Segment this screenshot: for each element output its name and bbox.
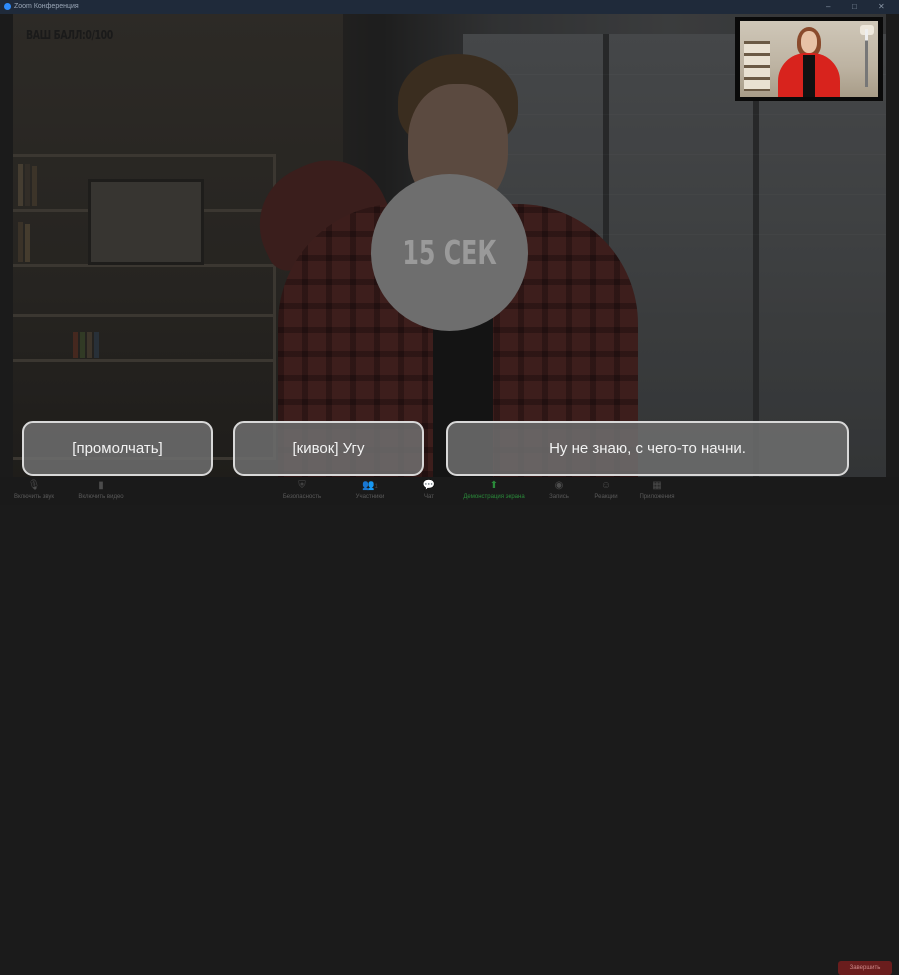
option-label: [кивок] Угу [292, 440, 365, 457]
self-view-thumbnail[interactable] [735, 17, 883, 101]
meeting-toolbar: 🎙 Включить звук ▮ Включить видео ⛨ Безоп… [0, 477, 899, 975]
start-video-button[interactable]: ▮ Включить видео [70, 480, 132, 500]
participants-icon: 👥1 [362, 480, 378, 491]
record-icon: ◉ [554, 480, 564, 491]
thumbnail-video [740, 21, 878, 97]
share-screen-button[interactable]: ⬆ Демонстрация экрана [456, 480, 532, 500]
shield-icon: ⛨ [298, 480, 306, 491]
option-label: [промолчать] [72, 440, 163, 457]
score-label: ВАШ БАЛЛ:0/100 [26, 28, 113, 42]
participants-button[interactable]: 👥1 Участники [345, 480, 395, 500]
countdown-timer: 15 СЕК [371, 174, 528, 331]
microphone-muted-icon: 🎙 [27, 480, 41, 491]
close-icon[interactable]: ✕ [878, 2, 885, 11]
timer-text: 15 СЕК [402, 233, 497, 272]
window-titlebar: Zoom Конференция – □ ✕ [0, 0, 899, 14]
apps-icon: ▦ [652, 480, 662, 491]
participants-count: 1 [374, 484, 378, 490]
record-button[interactable]: ◉ Запись [544, 480, 574, 500]
option-label: Ну не знаю, с чего-то начни. [549, 440, 746, 457]
woman-face [801, 31, 817, 53]
video-off-icon: ▮ [98, 480, 104, 491]
zoom-logo-icon [4, 3, 11, 10]
end-meeting-button[interactable]: Завершить [838, 961, 892, 975]
chat-button[interactable]: 💬 Чат [414, 480, 444, 500]
unmute-button[interactable]: 🎙 Включить звук [6, 480, 62, 500]
security-button[interactable]: ⛨ Безопасность [275, 480, 329, 500]
chat-icon: 💬 [422, 480, 436, 491]
reactions-icon: ☺ [600, 480, 612, 491]
option-button-1[interactable]: [промолчать] [22, 421, 213, 476]
window-title: Zoom Конференция [14, 3, 79, 10]
minimize-icon[interactable]: – [826, 2, 830, 11]
maximize-icon[interactable]: □ [852, 2, 857, 11]
reactions-button[interactable]: ☺ Реакции [588, 480, 624, 500]
option-button-2[interactable]: [кивок] Угу [233, 421, 424, 476]
apps-button[interactable]: ▦ Приложения [634, 480, 680, 500]
option-button-3[interactable]: Ну не знаю, с чего-то начни. [446, 421, 849, 476]
share-screen-icon: ⬆ [489, 480, 499, 491]
